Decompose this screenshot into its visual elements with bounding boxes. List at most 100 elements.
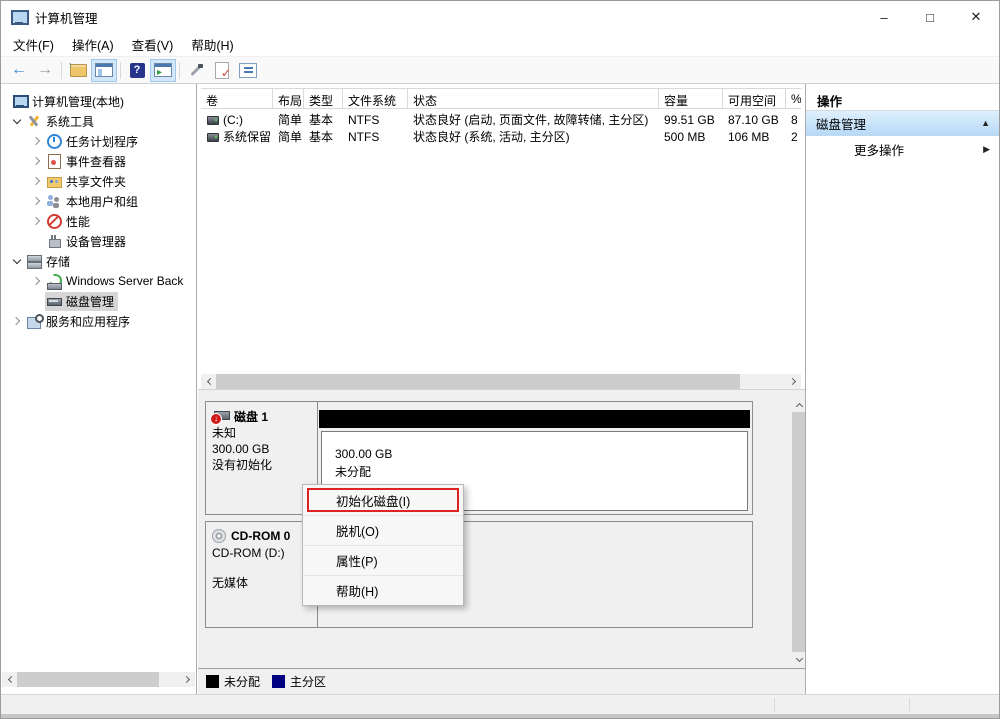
expander-icon[interactable] bbox=[9, 313, 25, 329]
tree-item[interactable]: 任务计划程序 bbox=[1, 131, 196, 151]
tree-item[interactable]: Windows Server Back bbox=[1, 271, 196, 291]
toolbar-icon[interactable] bbox=[235, 59, 261, 82]
volume-filesystem: NTFS bbox=[343, 130, 408, 144]
menu-item[interactable]: 查看(V) bbox=[123, 32, 183, 57]
toolbar-icon[interactable] bbox=[32, 59, 58, 82]
scroll-left-icon[interactable] bbox=[201, 374, 216, 389]
maximize-button[interactable]: □ bbox=[907, 1, 953, 33]
tree-horizontal-scrollbar[interactable] bbox=[2, 672, 195, 687]
submenu-arrow-icon: ▶ bbox=[983, 144, 990, 155]
scrollbar-thumb[interactable] bbox=[17, 672, 159, 687]
tree-item[interactable]: 磁盘管理 bbox=[1, 291, 196, 311]
toolbar-icon[interactable] bbox=[6, 59, 32, 82]
menu-item[interactable]: 文件(F) bbox=[4, 32, 63, 57]
tree-item-label: 任务计划程序 bbox=[66, 133, 138, 150]
scroll-right-icon[interactable] bbox=[180, 672, 195, 687]
toolbar-icon[interactable] bbox=[183, 59, 209, 82]
partition-label: 未分配 bbox=[335, 463, 747, 481]
pane-splitter[interactable] bbox=[198, 389, 807, 396]
legend-bar: 未分配 主分区 bbox=[198, 668, 807, 694]
tree-item[interactable]: 系统工具 bbox=[1, 111, 196, 131]
expander-icon[interactable] bbox=[29, 133, 45, 149]
tree-item[interactable]: 服务和应用程序 bbox=[1, 311, 196, 331]
more-actions-item[interactable]: 更多操作 ▶ bbox=[806, 136, 999, 163]
actions-section-disk-management[interactable]: 磁盘管理 ▲ bbox=[806, 111, 999, 136]
column-header-layout[interactable]: 布局 bbox=[273, 89, 304, 108]
tree-item[interactable]: 计算机管理(本地) bbox=[1, 91, 196, 111]
tree-item[interactable]: 存储 bbox=[1, 251, 196, 271]
column-header-percent[interactable]: % bbox=[786, 89, 801, 108]
scroll-left-icon[interactable] bbox=[2, 672, 17, 687]
context-menu-item[interactable]: 帮助(H) bbox=[303, 575, 463, 605]
context-menu: 初始化磁盘(I) 脱机(O) 属性(P) 帮助(H) bbox=[302, 484, 464, 606]
column-header-filesystem[interactable]: 文件系统 bbox=[343, 89, 408, 108]
toolbar-icon[interactable] bbox=[120, 62, 121, 79]
toolbar-icon[interactable] bbox=[124, 59, 150, 82]
cdrom-row: CD-ROM 0 CD-ROM (D:) 无媒体 bbox=[205, 521, 753, 628]
tree-item-icon bbox=[46, 133, 62, 149]
volume-row[interactable]: (C:) 简单 基本 NTFS 状态良好 (启动, 页面文件, 故障转储, 主分… bbox=[201, 111, 801, 128]
partition-size: 300.00 GB bbox=[335, 445, 747, 463]
toolbar-icon[interactable] bbox=[209, 59, 235, 82]
context-menu-item[interactable]: 脱机(O) bbox=[303, 515, 463, 545]
unallocated-color-band bbox=[319, 410, 750, 428]
tree-item-label: 服务和应用程序 bbox=[46, 313, 130, 330]
expander-icon[interactable] bbox=[29, 273, 45, 289]
minimize-button[interactable]: – bbox=[861, 1, 907, 33]
column-header-free[interactable]: 可用空间 bbox=[723, 89, 786, 108]
expander-icon[interactable] bbox=[29, 233, 45, 249]
status-bar bbox=[1, 694, 999, 718]
scroll-right-icon[interactable] bbox=[786, 374, 801, 389]
menu-item[interactable]: 操作(A) bbox=[63, 32, 123, 57]
tree-item-label: 设备管理器 bbox=[66, 233, 126, 250]
volume-table-header: 卷 布局 类型 文件系统 状态 容量 可用空间 % bbox=[201, 88, 801, 109]
collapse-icon[interactable]: ▲ bbox=[981, 118, 990, 128]
tree-item-icon bbox=[46, 293, 62, 309]
tree-item[interactable]: 共享文件夹 bbox=[1, 171, 196, 191]
column-header-capacity[interactable]: 容量 bbox=[659, 89, 723, 108]
tree-item[interactable]: 性能 bbox=[1, 211, 196, 231]
title-bar: 计算机管理 – □ ✕ bbox=[1, 1, 999, 33]
actions-panel: 操作 磁盘管理 ▲ 更多操作 ▶ bbox=[805, 84, 999, 694]
tree-item-icon bbox=[46, 273, 62, 289]
expander-icon[interactable] bbox=[9, 253, 25, 269]
context-menu-item[interactable]: 属性(P) bbox=[303, 545, 463, 575]
expander-icon[interactable] bbox=[29, 173, 45, 189]
volume-horizontal-scrollbar[interactable] bbox=[201, 374, 801, 389]
tree-item[interactable]: 设备管理器 bbox=[1, 231, 196, 251]
more-actions-label: 更多操作 bbox=[854, 140, 904, 159]
column-header-volume[interactable]: 卷 bbox=[201, 89, 273, 108]
actions-title: 操作 bbox=[806, 84, 999, 111]
volume-free-space: 106 MB bbox=[723, 130, 786, 144]
cdrom-drive: CD-ROM (D:) bbox=[212, 545, 311, 561]
toolbar-icon[interactable] bbox=[91, 59, 117, 82]
context-menu-item[interactable]: 初始化磁盘(I) bbox=[303, 485, 463, 515]
legend-item: 未分配 bbox=[206, 673, 266, 690]
scrollbar-thumb[interactable] bbox=[216, 374, 740, 389]
status-divider bbox=[774, 698, 775, 711]
expander-icon[interactable] bbox=[29, 193, 45, 209]
tree-item[interactable]: 本地用户和组 bbox=[1, 191, 196, 211]
column-header-type[interactable]: 类型 bbox=[304, 89, 343, 108]
expander-icon[interactable] bbox=[9, 113, 25, 129]
window-bottom-edge bbox=[1, 714, 999, 718]
expander-icon[interactable] bbox=[29, 293, 45, 309]
volume-row[interactable]: 系统保留 简单 基本 NTFS 状态良好 (系统, 活动, 主分区) 500 M… bbox=[201, 128, 801, 145]
legend-label: 未分配 bbox=[224, 673, 260, 690]
main-area: 计算机管理(本地) 系统工具 bbox=[1, 84, 999, 694]
expander-icon[interactable] bbox=[29, 153, 45, 169]
tree-item-label: 系统工具 bbox=[46, 113, 94, 130]
toolbar-icon[interactable] bbox=[65, 59, 91, 82]
console-tree-panel: 计算机管理(本地) 系统工具 bbox=[1, 84, 197, 694]
toolbar-icon[interactable] bbox=[179, 62, 180, 79]
toolbar-icon[interactable] bbox=[61, 62, 62, 79]
menu-item[interactable]: 帮助(H) bbox=[182, 32, 242, 57]
toolbar-icon[interactable] bbox=[150, 59, 176, 82]
tree-item[interactable]: 事件查看器 bbox=[1, 151, 196, 171]
tree-item-icon bbox=[12, 93, 28, 109]
close-button[interactable]: ✕ bbox=[953, 1, 999, 33]
expander-icon[interactable] bbox=[29, 213, 45, 229]
column-header-status[interactable]: 状态 bbox=[408, 89, 659, 108]
volume-name: (C:) bbox=[223, 113, 243, 127]
tree-item-label: Windows Server Back bbox=[66, 274, 183, 288]
